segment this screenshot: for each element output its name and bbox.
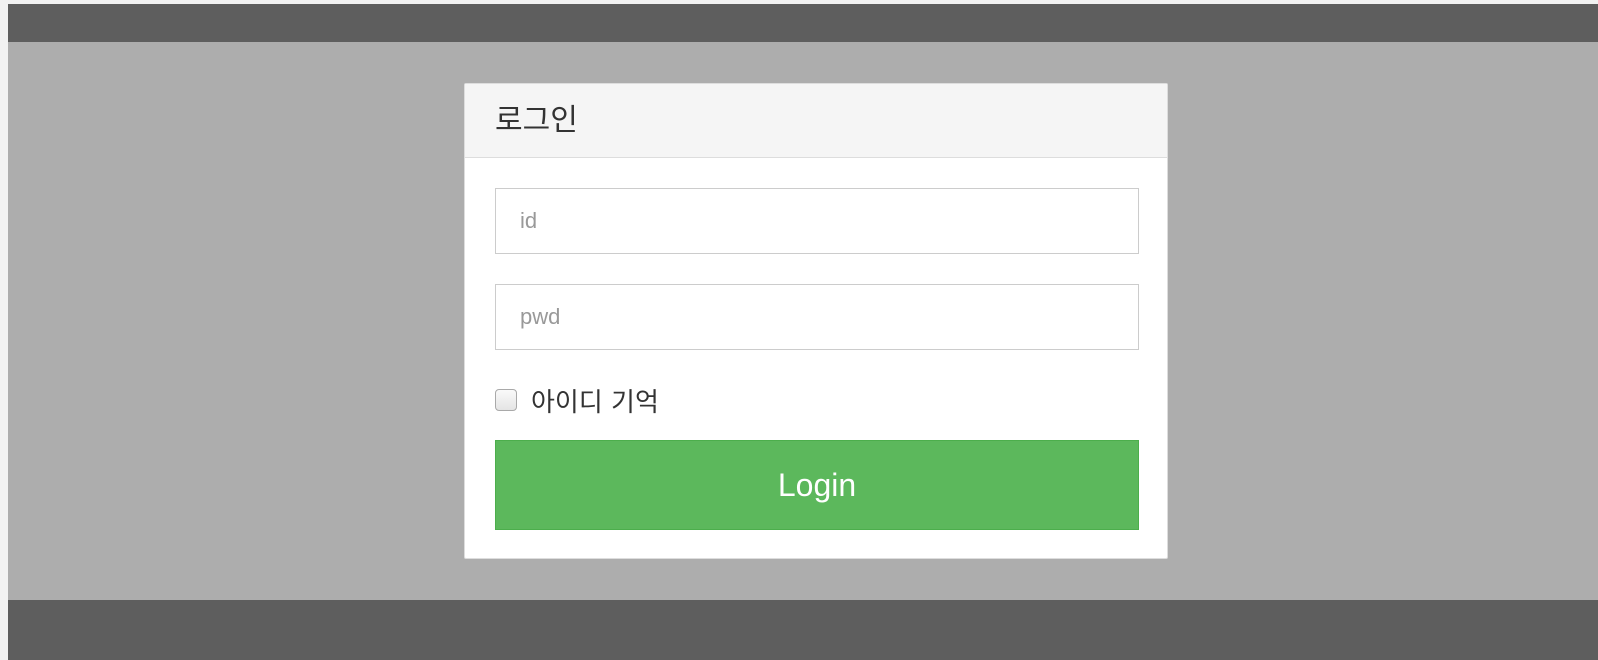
- id-input[interactable]: [495, 188, 1139, 254]
- login-panel-body: 아이디 기억 Login: [465, 158, 1167, 530]
- top-bar: [8, 4, 1598, 42]
- login-panel-heading: 로그인: [465, 84, 1167, 158]
- login-panel: 로그인 아이디 기억 Login: [464, 83, 1168, 559]
- login-title: 로그인: [495, 102, 578, 138]
- login-button[interactable]: Login: [495, 440, 1139, 530]
- remember-id-checkbox[interactable]: [495, 389, 517, 411]
- remember-id-label[interactable]: 아이디 기억: [531, 382, 659, 419]
- page-frame: 로그인 아이디 기억 Login: [8, 4, 1598, 660]
- password-input[interactable]: [495, 284, 1139, 350]
- remember-id-row: 아이디 기억: [495, 382, 1137, 419]
- bottom-bar: [8, 600, 1598, 660]
